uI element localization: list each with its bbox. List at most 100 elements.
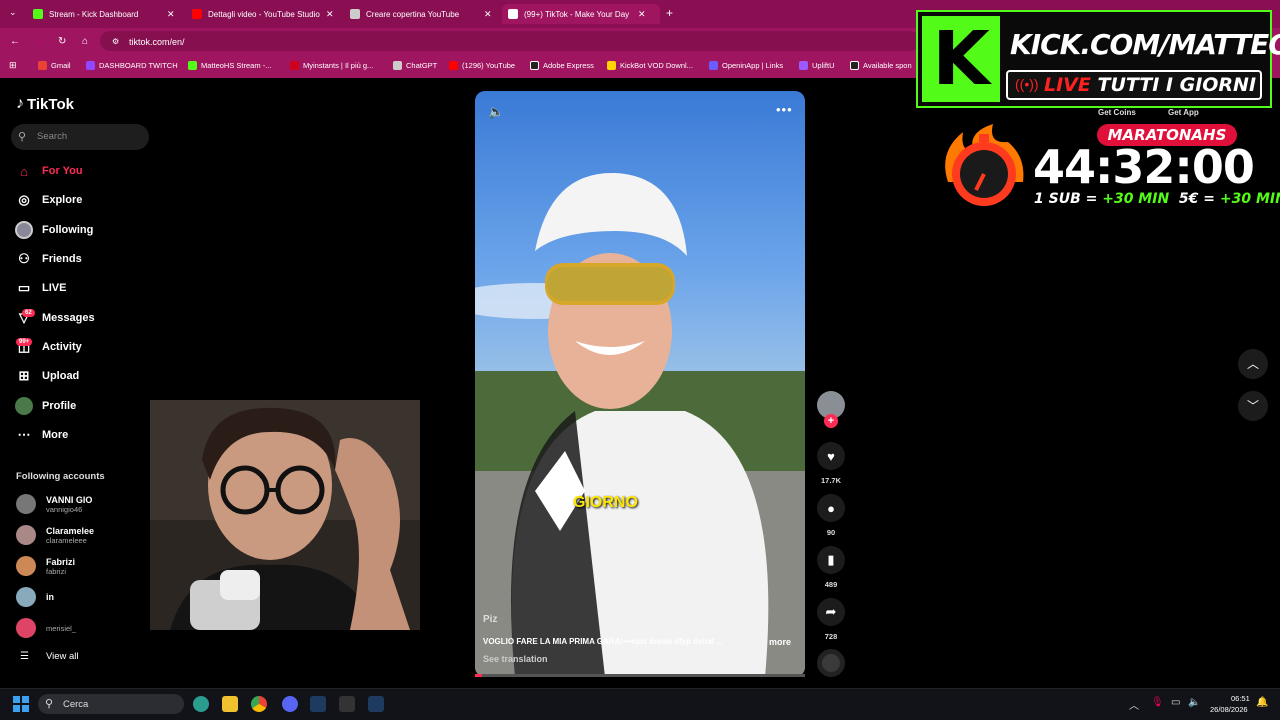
video-author[interactable]: Piz bbox=[483, 614, 497, 625]
taskbar-search[interactable] bbox=[38, 694, 184, 714]
search-input[interactable] bbox=[11, 124, 149, 150]
tab-youtube-cover[interactable]: Creare copertina YouTube ✕ bbox=[344, 4, 498, 24]
rate-sub-label: 1 SUB = bbox=[1034, 191, 1103, 207]
close-tab-icon[interactable]: ✕ bbox=[484, 9, 492, 20]
next-video-button[interactable]: ﹀ bbox=[1238, 391, 1268, 421]
cyclist-video-frame bbox=[475, 172, 805, 677]
bookmark-chatgpt[interactable]: ChatGPT bbox=[393, 61, 437, 70]
nav-following[interactable]: Following bbox=[14, 219, 93, 241]
bookmark-icon[interactable]: ▮ bbox=[817, 546, 845, 574]
nav-label: Explore bbox=[42, 194, 83, 206]
tab-title: (99+) TikTok - Make Your Day bbox=[524, 9, 630, 19]
video-progress-bar[interactable] bbox=[475, 674, 805, 677]
music-disc-icon[interactable] bbox=[817, 649, 845, 677]
like-count: 17.7K bbox=[820, 476, 841, 485]
activity-badge: 99+ bbox=[16, 338, 33, 346]
comment-icon[interactable]: ● bbox=[817, 494, 845, 522]
gmail-icon bbox=[38, 61, 47, 70]
edge-app-icon[interactable] bbox=[193, 696, 209, 712]
share-action[interactable]: ➦ 728 bbox=[817, 598, 845, 641]
forward-icon[interactable]: → bbox=[34, 36, 44, 47]
nav-more[interactable]: ⋯ More bbox=[14, 424, 69, 446]
file-explorer-icon[interactable] bbox=[222, 696, 238, 712]
bookmark-youtube[interactable]: (1296) YouTube bbox=[449, 61, 515, 70]
following-account[interactable]: VANNI GIO vannigio46 bbox=[16, 494, 92, 514]
home-browser-icon[interactable]: ⌂ bbox=[82, 36, 88, 47]
clock-date[interactable]: 26/08/2026 bbox=[1210, 705, 1248, 714]
account-username: fabrizi bbox=[46, 566, 67, 576]
nav-label: For You bbox=[42, 165, 83, 177]
view-all-link[interactable]: ☰ View all bbox=[20, 651, 79, 662]
discord-app-icon[interactable] bbox=[282, 696, 298, 712]
friends-icon: ⚇ bbox=[18, 251, 30, 266]
address-bar[interactable] bbox=[100, 31, 920, 51]
video-player[interactable] bbox=[475, 91, 805, 677]
close-tab-icon[interactable]: ✕ bbox=[326, 9, 334, 20]
tab-tiktok[interactable]: (99+) TikTok - Make Your Day ✕ bbox=[502, 4, 660, 24]
tab-kick-dashboard[interactable]: Stream - Kick Dashboard ✕ bbox=[27, 4, 181, 24]
apps-grid-icon[interactable]: ⊞ bbox=[9, 60, 17, 71]
back-icon[interactable]: ← bbox=[10, 36, 20, 47]
description-more-button[interactable]: more bbox=[769, 637, 791, 647]
network-icon[interactable]: ▭ bbox=[1171, 697, 1180, 708]
nav-for-you[interactable]: ⌂ For You bbox=[14, 160, 83, 182]
avatar bbox=[16, 525, 36, 545]
obs-app-icon[interactable] bbox=[339, 696, 355, 712]
bookmark-kickbot[interactable]: KickBot VOD Downl... bbox=[607, 61, 693, 70]
video-more-icon[interactable]: ••• bbox=[776, 102, 793, 117]
bookmark-label: UpliftU bbox=[812, 61, 835, 70]
site-info-icon[interactable]: ⚙ bbox=[112, 37, 119, 46]
save-action[interactable]: ▮ 489 bbox=[817, 546, 845, 589]
tab-list-chevron-icon[interactable]: ⌄ bbox=[9, 7, 17, 18]
bookmark-gmail[interactable]: Gmail bbox=[38, 61, 71, 70]
reload-icon[interactable]: ↻ bbox=[58, 36, 66, 47]
share-icon[interactable]: ➦ bbox=[817, 598, 845, 626]
get-coins-button[interactable]: Get Coins bbox=[1098, 108, 1136, 117]
comment-action[interactable]: ● 90 bbox=[817, 494, 845, 537]
bookmark-openinapp[interactable]: OpeninApp | Links bbox=[709, 61, 783, 70]
live-broadcast-icon: ((•)) bbox=[1015, 76, 1039, 92]
tab-youtube-studio[interactable]: Dettagli video - YouTube Studio ✕ bbox=[186, 4, 340, 24]
volume-icon[interactable]: 🔈 bbox=[1188, 697, 1200, 708]
following-account[interactable]: in bbox=[16, 587, 54, 607]
nav-explore[interactable]: ◎ Explore bbox=[14, 189, 82, 211]
heart-icon[interactable]: ♥ bbox=[817, 442, 845, 470]
rate-euro-label: 5€ = bbox=[1178, 191, 1220, 207]
clock-time[interactable]: 06:51 bbox=[1231, 694, 1250, 703]
following-account[interactable]: Claramelee clarameleee bbox=[16, 525, 94, 545]
nav-profile[interactable]: Profile bbox=[14, 395, 76, 417]
bookmark-available-spon[interactable]: Available spon bbox=[850, 61, 912, 70]
like-action[interactable]: ♥ 17.7K bbox=[817, 442, 845, 485]
live-word: LIVE bbox=[1044, 74, 1091, 96]
close-tab-icon[interactable]: ✕ bbox=[638, 9, 646, 20]
following-account[interactable]: Fabrizi fabrizi bbox=[16, 556, 75, 576]
app-icon[interactable] bbox=[368, 696, 384, 712]
bookmark-myinstants[interactable]: Myinstants | Il più g... bbox=[290, 61, 373, 70]
previous-video-button[interactable]: ︿ bbox=[1238, 349, 1268, 379]
see-translation-link[interactable]: See translation bbox=[483, 654, 548, 664]
microphone-icon[interactable]: 🎙 bbox=[1151, 697, 1164, 708]
tab-title: Creare copertina YouTube bbox=[366, 9, 460, 19]
nav-friends[interactable]: ⚇ Friends bbox=[14, 248, 82, 270]
tiktok-logo[interactable]: ♪ TikTok bbox=[16, 95, 74, 113]
notifications-icon[interactable]: 🔔 bbox=[1256, 697, 1268, 708]
follow-plus-icon[interactable]: + bbox=[824, 414, 838, 428]
new-tab-icon[interactable]: + bbox=[666, 6, 673, 20]
windows-start-icon[interactable] bbox=[13, 696, 29, 712]
app-icon[interactable] bbox=[310, 696, 326, 712]
live-icon: ▭ bbox=[17, 280, 31, 295]
bookmark-upliftu[interactable]: UpliftU bbox=[799, 61, 835, 70]
tray-chevron-icon[interactable]: ︿ bbox=[1129, 697, 1139, 712]
bookmark-adobe-express[interactable]: Adobe Express bbox=[530, 61, 594, 70]
bookmark-stream[interactable]: MatteoHS Stream -... bbox=[188, 61, 271, 70]
nav-upload[interactable]: ⊞ Upload bbox=[14, 365, 80, 387]
close-tab-icon[interactable]: ✕ bbox=[167, 9, 175, 20]
nav-live[interactable]: ▭ LIVE bbox=[14, 277, 67, 299]
sound-icon[interactable]: 🔈 bbox=[488, 104, 504, 120]
bookmark-twitch[interactable]: DASHBOARD TWITCH bbox=[86, 61, 178, 70]
bookmark-label: MatteoHS Stream -... bbox=[201, 61, 272, 70]
chrome-app-icon[interactable] bbox=[251, 696, 267, 712]
get-app-button[interactable]: Get App bbox=[1168, 108, 1199, 117]
url-text[interactable]: tiktok.com/en/ bbox=[129, 37, 185, 47]
following-account[interactable]: merisiel_ bbox=[16, 618, 76, 638]
